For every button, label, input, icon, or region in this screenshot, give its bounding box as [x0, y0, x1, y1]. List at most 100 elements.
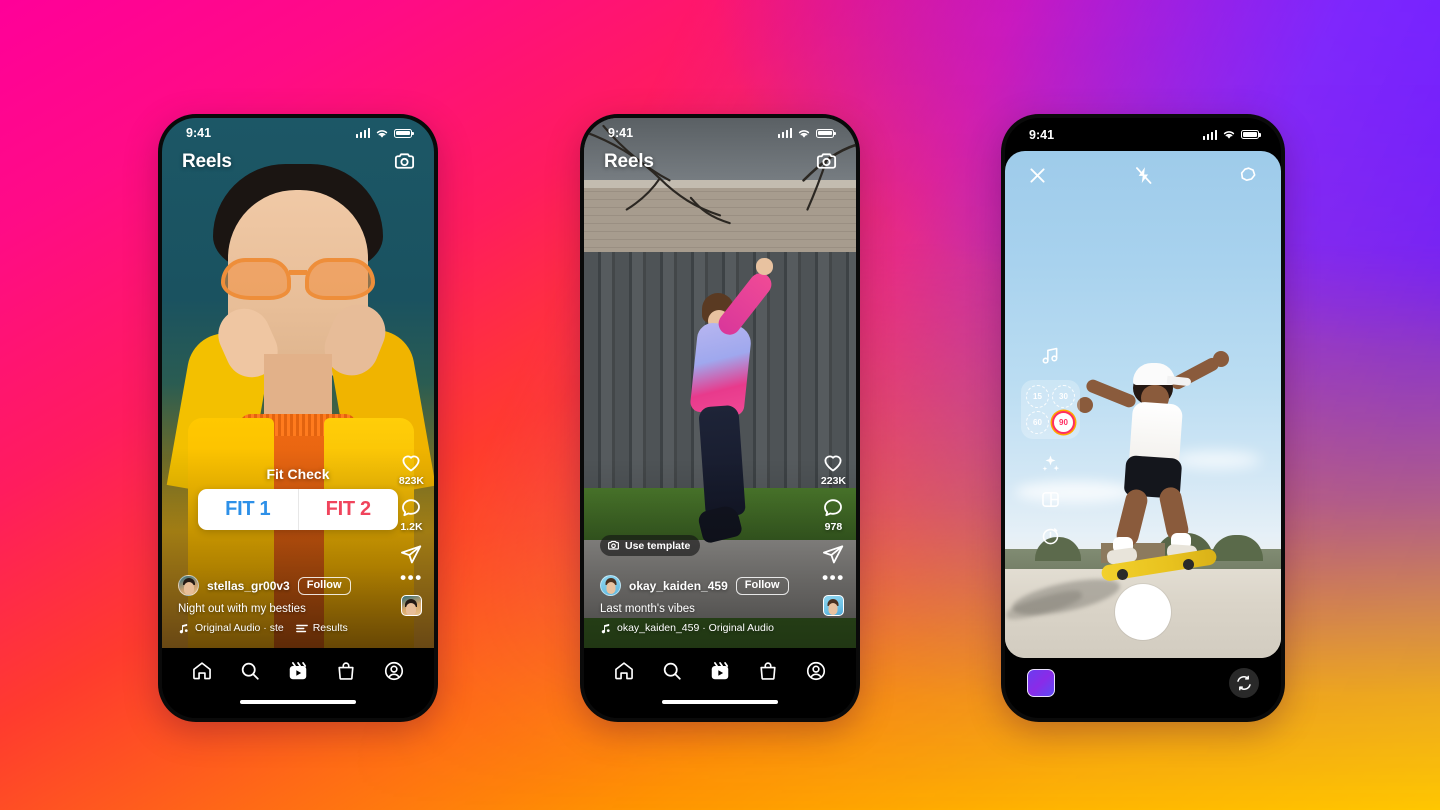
camera-icon[interactable] [393, 150, 416, 173]
tab-profile[interactable] [805, 660, 827, 682]
phone1-video-frame [162, 118, 434, 648]
phone2-action-rail: 223K 978 ••• [821, 450, 846, 616]
follow-button[interactable]: Follow [735, 576, 789, 595]
share-button[interactable] [821, 542, 845, 566]
audio-cover-thumbnail[interactable] [400, 595, 422, 616]
phone2-reels-header: Reels [584, 150, 856, 173]
status-time: 9:41 [608, 126, 634, 140]
cellular-bars-icon [777, 128, 792, 138]
phone1-status-bar: 9:41 [162, 118, 434, 148]
music-note-icon[interactable] [1037, 341, 1065, 369]
duration-selector: 15 30 60 90 [1021, 380, 1080, 439]
camera-icon [608, 540, 619, 550]
avatar[interactable] [178, 575, 199, 596]
audio-label: Original Audio · ste [195, 622, 284, 634]
duration-option-30[interactable]: 30 [1052, 385, 1075, 408]
phone2-home-indicator [584, 700, 856, 718]
flash-off-icon[interactable] [1133, 165, 1154, 186]
username[interactable]: okay_kaiden_459 [629, 579, 728, 593]
camera-bottom-bar [1005, 658, 1281, 718]
status-indicators [355, 128, 414, 139]
battery-full-icon [816, 128, 836, 138]
tab-shop[interactable] [335, 660, 357, 682]
like-button[interactable]: 223K [821, 450, 846, 487]
camera-icon[interactable] [815, 150, 838, 173]
music-note-icon [601, 623, 610, 633]
phone3-status-bar: 9:41 [1005, 118, 1281, 151]
sparkle-settings-icon[interactable] [1238, 165, 1259, 186]
duration-option-15[interactable]: 15 [1026, 385, 1049, 408]
comment-button[interactable]: 978 [821, 496, 845, 533]
caption: Last month's vibes [600, 603, 695, 615]
tab-profile[interactable] [383, 660, 405, 682]
close-x-icon[interactable] [1027, 165, 1048, 186]
avatar[interactable] [600, 575, 621, 596]
phone-reels-poll: 9:41 Reels Fit Check FIT 1 FIT 2 823K 1.… [158, 114, 438, 722]
duration-option-60[interactable]: 60 [1026, 411, 1049, 434]
comment-button[interactable]: 1.2K [399, 496, 423, 533]
tab-reels[interactable] [287, 660, 309, 682]
camera-viewfinder[interactable]: 15 30 60 90 [1005, 151, 1281, 658]
comment-count: 978 [824, 521, 843, 533]
duration-option-90[interactable]: 90 [1052, 411, 1075, 434]
audio-row[interactable]: okay_kaiden_459 · Original Audio [600, 622, 802, 634]
phone1-reel-meta: stellas_gr00v3 Follow Night out with my … [178, 575, 380, 634]
poll-option-a[interactable]: FIT 1 [198, 489, 299, 530]
sparkles-icon[interactable] [1037, 449, 1065, 477]
tab-search[interactable] [239, 660, 261, 682]
username[interactable]: stellas_gr00v3 [207, 579, 290, 593]
poll-results-icon [295, 624, 308, 632]
layout-split-icon[interactable] [1037, 485, 1065, 513]
heart-icon [824, 455, 842, 472]
page-title: Reels [182, 150, 232, 172]
battery-full-icon [394, 128, 414, 138]
status-time: 9:41 [1029, 127, 1055, 142]
timer-icon[interactable] [1037, 521, 1065, 549]
poll-question: Fit Check [266, 466, 330, 482]
tab-home[interactable] [613, 660, 635, 682]
camera-left-tools: 15 30 60 90 [1021, 341, 1080, 557]
heart-icon [402, 455, 420, 472]
results-button[interactable]: Results [295, 622, 348, 634]
phone1-reel-video[interactable]: 9:41 Reels Fit Check FIT 1 FIT 2 823K 1.… [162, 118, 434, 648]
share-button[interactable] [399, 542, 423, 566]
tab-home[interactable] [191, 660, 213, 682]
share-paperplane-icon [823, 545, 844, 564]
poll-option-b[interactable]: FIT 2 [299, 489, 399, 530]
phone3-screen: 9:41 15 30 60 90 [1005, 118, 1281, 718]
page-title: Reels [604, 150, 654, 172]
comment-icon [824, 499, 843, 517]
use-template-button[interactable]: Use template [600, 535, 701, 556]
user-row: okay_kaiden_459 Follow [600, 575, 802, 596]
tab-reels[interactable] [709, 660, 731, 682]
phone2-reel-video[interactable]: 9:41 Reels Use template 223K 978 ••• oka… [584, 118, 856, 648]
like-count: 223K [820, 475, 846, 487]
more-dots-icon[interactable]: ••• [400, 569, 423, 586]
camera-flip-icon[interactable] [1229, 668, 1259, 698]
caption: Night out with my besties [178, 603, 306, 615]
tab-search[interactable] [661, 660, 683, 682]
like-count: 823K [398, 475, 424, 487]
poll-options: FIT 1 FIT 2 [198, 489, 398, 530]
phones-stage: 9:41 Reels Fit Check FIT 1 FIT 2 823K 1.… [0, 0, 1440, 810]
audio-row[interactable]: Original Audio · ste Results [178, 622, 380, 634]
audio-cover-thumbnail[interactable] [822, 595, 844, 616]
results-label: Results [312, 622, 348, 634]
like-button[interactable]: 823K [399, 450, 424, 487]
capture-button[interactable] [1115, 584, 1171, 640]
comment-count: 1.2K [400, 521, 423, 533]
battery-full-icon [1241, 130, 1261, 139]
follow-button[interactable]: Follow [297, 576, 351, 595]
tab-shop[interactable] [757, 660, 779, 682]
share-paperplane-icon [401, 545, 422, 564]
more-dots-icon[interactable]: ••• [822, 569, 845, 586]
phone1-action-rail: 823K 1.2K ••• [399, 450, 424, 616]
phone1-reels-header: Reels [162, 150, 434, 173]
gallery-thumbnail[interactable] [1027, 669, 1055, 697]
phone2-screen: 9:41 Reels Use template 223K 978 ••• oka… [584, 118, 856, 718]
wifi-icon [1223, 131, 1235, 139]
status-time: 9:41 [186, 126, 212, 140]
phone2-reel-meta: okay_kaiden_459 Follow Last month's vibe… [600, 575, 802, 634]
use-template-label: Use template [625, 539, 691, 552]
phone2-tab-bar [584, 648, 856, 700]
